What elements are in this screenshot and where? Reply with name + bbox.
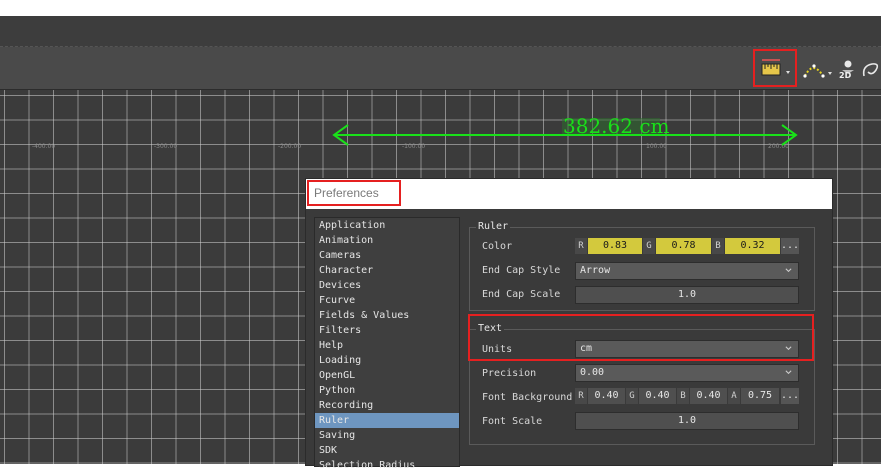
window-top-strip (0, 0, 881, 16)
chevron-down-icon (785, 370, 792, 375)
ruler-tool-button[interactable] (753, 49, 797, 87)
category-item[interactable]: Python (315, 383, 459, 398)
color-g-letter: G (643, 238, 655, 254)
category-list: Application Animation Cameras Character … (314, 217, 460, 471)
ruler-tick: -200.00 (278, 143, 302, 150)
lasso-icon (862, 63, 879, 77)
units-highlight-box (468, 314, 814, 361)
category-item[interactable]: Filters (315, 323, 459, 338)
category-item[interactable]: Fields & Values (315, 308, 459, 323)
category-item[interactable]: Recording (315, 398, 459, 413)
bg-a-field[interactable]: 0.75 (741, 388, 779, 404)
category-item[interactable]: OpenGL (315, 368, 459, 383)
bg-g-letter: G (626, 388, 638, 404)
end-cap-style-value: Arrow (580, 265, 611, 276)
chevron-down-icon (785, 268, 792, 273)
menu-strip (0, 16, 881, 47)
precision-label: Precision (482, 368, 537, 379)
category-item[interactable]: Selection Radius (315, 458, 459, 473)
color-g-field[interactable]: 0.78 (656, 238, 711, 254)
end-cap-scale-label: End Cap Scale (482, 289, 561, 300)
category-item[interactable]: Help (315, 338, 459, 353)
font-scale-value: 1.0 (677, 415, 697, 426)
category-item[interactable]: Application (315, 218, 459, 233)
preferences-title: Preferences (314, 186, 379, 200)
bg-color-picker-button[interactable]: ... (781, 388, 799, 404)
font-scale-field[interactable]: 1.0 (575, 412, 799, 430)
category-item[interactable]: Saving (315, 428, 459, 443)
color-label: Color (482, 241, 513, 252)
category-item[interactable]: Animation (315, 233, 459, 248)
bg-g-field[interactable]: 0.40 (639, 388, 676, 404)
ruler-tick: -300.00 (154, 143, 178, 150)
viewer-toolbar (0, 47, 881, 90)
font-scale-label: Font Scale (482, 416, 543, 427)
color-b-letter: B (712, 238, 724, 254)
end-cap-scale-value: 1.0 (677, 289, 697, 300)
category-item-selected[interactable]: Ruler (315, 413, 459, 428)
view-2d-label: 2D (839, 71, 852, 80)
bg-r-field[interactable]: 0.40 (588, 388, 625, 404)
bg-b-field[interactable]: 0.40 (690, 388, 727, 404)
view-2d-button[interactable]: 2D (836, 58, 858, 82)
font-background-fields: R 0.40 G 0.40 B 0.40 A 0.75 ... (575, 388, 799, 406)
ruler-tool-icon (761, 59, 790, 76)
category-item[interactable]: Character (315, 263, 459, 278)
lasso-tool-button[interactable] (860, 58, 881, 82)
curve-tool-button[interactable] (800, 58, 836, 82)
category-item[interactable]: Devices (315, 278, 459, 293)
preferences-title-bar: Preferences (306, 179, 832, 209)
color-fields: R 0.83 G 0.78 B 0.32 ... (575, 238, 799, 256)
ruler-group: Ruler Color R 0.83 G 0.78 B 0.32 ... End… (469, 221, 815, 311)
precision-dropdown[interactable]: 0.00 (575, 364, 799, 382)
category-item[interactable]: SDK (315, 443, 459, 458)
color-r-letter: R (575, 238, 587, 254)
category-item[interactable]: Fcurve (315, 293, 459, 308)
bg-r-letter: R (575, 388, 587, 404)
color-picker-button[interactable]: ... (781, 238, 799, 254)
measurement-label: 382.62 cm (563, 114, 670, 138)
end-cap-scale-field[interactable]: 1.0 (575, 286, 799, 304)
end-cap-style-dropdown[interactable]: Arrow (575, 262, 799, 280)
color-r-field[interactable]: 0.83 (588, 238, 642, 254)
ruler-tick: -400.00 (32, 143, 56, 150)
category-item[interactable]: Loading (315, 353, 459, 368)
category-item[interactable]: Cameras (315, 248, 459, 263)
end-cap-style-label: End Cap Style (482, 265, 561, 276)
bg-a-letter: A (728, 388, 740, 404)
precision-value: 0.00 (580, 367, 605, 378)
bg-b-letter: B (677, 388, 689, 404)
ruler-group-title: Ruler (476, 221, 511, 232)
font-background-label: Font Background (482, 392, 572, 403)
curve-tool-icon (803, 64, 832, 78)
color-b-field[interactable]: 0.32 (725, 238, 780, 254)
